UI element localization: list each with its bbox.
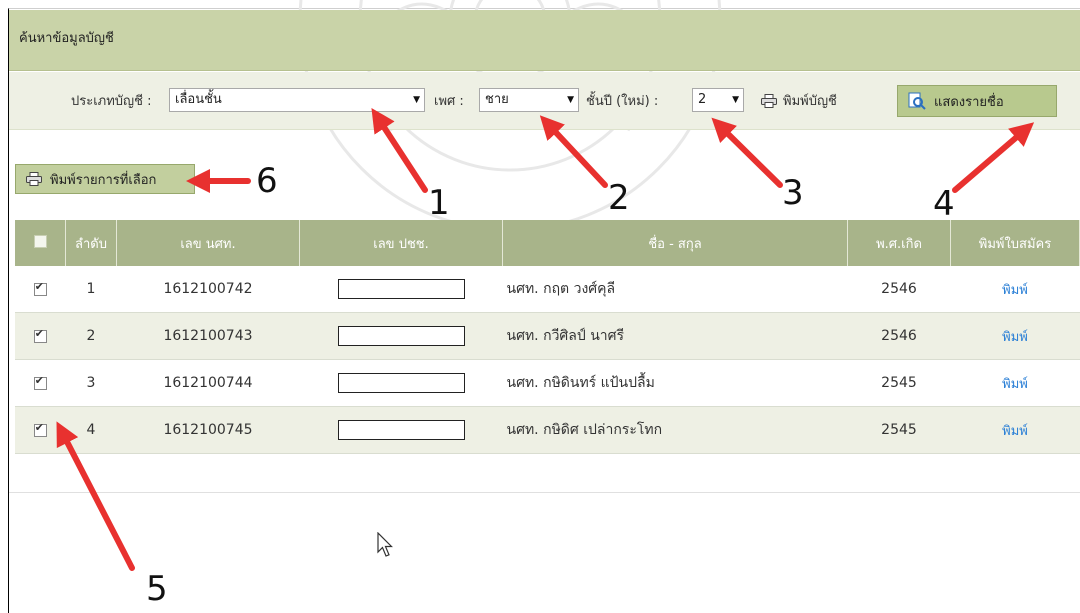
annotation-label-5: 5 xyxy=(146,569,168,609)
annotation-label-1: 1 xyxy=(428,183,450,223)
annotation-label-6: 6 xyxy=(256,161,278,201)
annotation-label-3: 3 xyxy=(782,173,804,213)
arrow-4 xyxy=(952,122,1035,193)
annotation-arrows xyxy=(56,107,1035,571)
arrow-5 xyxy=(56,421,135,571)
arrow-3 xyxy=(711,117,783,188)
annotation-label-4: 4 xyxy=(933,184,955,224)
arrow-2 xyxy=(539,115,608,188)
annotation-label-2: 2 xyxy=(608,178,630,218)
arrow-1 xyxy=(371,107,428,193)
